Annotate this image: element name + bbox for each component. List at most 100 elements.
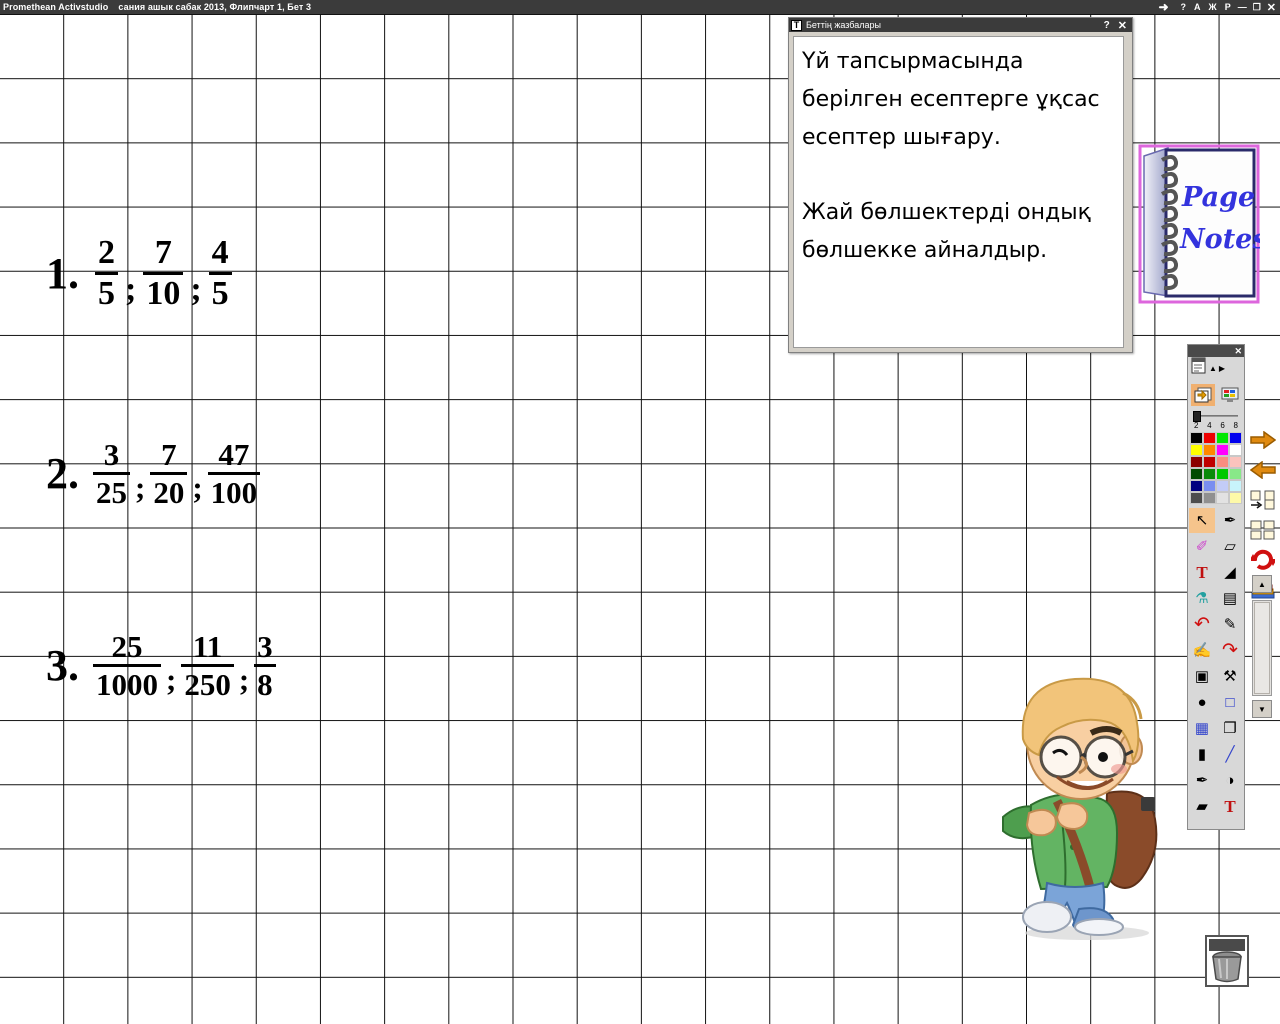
- main-toolbox[interactable]: ✕ ▲ ▶ 2 4 6 8 ↖ ✒ ✐ ▱ T ◢ ⚗ ▤ ↶ ✎ ✍ ↷ ▣ …: [1187, 344, 1245, 830]
- presentation-button[interactable]: Р: [1221, 2, 1235, 12]
- scrollbar-thumb[interactable]: [1254, 602, 1270, 694]
- color-swatch[interactable]: [1216, 468, 1229, 480]
- page-notes-help-button[interactable]: ?: [1099, 20, 1115, 31]
- page-flip-icon[interactable]: [1190, 383, 1215, 406]
- color-swatch[interactable]: [1203, 444, 1216, 456]
- color-swatch[interactable]: [1229, 456, 1242, 468]
- color-swatch[interactable]: [1203, 456, 1216, 468]
- color-swatch[interactable]: [1229, 444, 1242, 456]
- scroll-up-icon[interactable]: ▲: [1209, 364, 1217, 373]
- canvas-scrollbar[interactable]: ▲ ▼: [1252, 575, 1272, 720]
- color-swatch[interactable]: [1190, 468, 1203, 480]
- color-swatch[interactable]: [1190, 444, 1203, 456]
- page-notes-titlebar[interactable]: T Беттің жазбалары ? ✕: [789, 18, 1132, 32]
- pen-width-slider[interactable]: 2 4 6 8: [1188, 409, 1244, 431]
- brush-tool[interactable]: ✒: [1189, 768, 1215, 793]
- color-swatch[interactable]: [1190, 456, 1203, 468]
- minimize-button[interactable]: —: [1235, 2, 1250, 12]
- fraction-numerator: 7: [161, 437, 177, 472]
- fraction-denominator: 250: [184, 667, 231, 702]
- page-notes-window[interactable]: T Беттің жазбалары ? ✕ Үй тапсырмасында …: [788, 17, 1133, 353]
- color-swatch[interactable]: [1216, 492, 1229, 504]
- spotlight-tool[interactable]: ●: [1189, 690, 1215, 715]
- grid-tool[interactable]: ▦: [1189, 716, 1215, 741]
- handwriting-tool[interactable]: ✍: [1189, 638, 1215, 663]
- previous-page-arrow-icon[interactable]: [1248, 455, 1278, 485]
- schoolboy-clipart[interactable]: [995, 665, 1185, 945]
- document-icon[interactable]: [1191, 357, 1207, 380]
- color-swatch[interactable]: [1190, 480, 1203, 492]
- settings-tool[interactable]: ⚒: [1217, 664, 1243, 689]
- next-page-icon[interactable]: ▶: [1219, 364, 1225, 373]
- duplicate-page-icon[interactable]: [1248, 515, 1278, 545]
- scrollbar-track[interactable]: [1252, 600, 1272, 696]
- slider-label: 2: [1194, 421, 1199, 430]
- move-page-icon[interactable]: [1248, 485, 1278, 515]
- undo-tool[interactable]: ↶: [1189, 612, 1215, 637]
- fraction-denominator: 5: [98, 275, 115, 312]
- grid-icon: ▦: [1194, 720, 1210, 737]
- shape-pen-tool[interactable]: ✎: [1217, 612, 1243, 637]
- slider-knob[interactable]: [1193, 411, 1201, 422]
- fraction-numerator: 4: [211, 234, 229, 271]
- maximize-button[interactable]: ❐: [1250, 2, 1264, 13]
- highlighter-tool[interactable]: ✐: [1189, 534, 1215, 559]
- reset-page-icon[interactable]: [1248, 545, 1278, 575]
- color-palette[interactable]: [1188, 431, 1244, 506]
- page-notes-body[interactable]: Үй тапсырмасында берілген есептерге ұқса…: [793, 36, 1124, 348]
- settings-icon: ⚒: [1223, 668, 1237, 685]
- color-swatch[interactable]: [1229, 492, 1242, 504]
- color-swatch[interactable]: [1203, 432, 1216, 444]
- color-swatch[interactable]: [1216, 444, 1229, 456]
- text-tool-icon: T: [791, 19, 802, 31]
- mask-icon: ◑: [1225, 772, 1235, 789]
- annotate-button[interactable]: А: [1190, 2, 1205, 12]
- tool-grid[interactable]: ↖ ✒ ✐ ▱ T ◢ ⚗ ▤ ↶ ✎ ✍ ↷ ▣ ⚒ ● □ ▦ ❐ ▮ ╱ ✒ ◑ ▰ T: [1188, 506, 1244, 821]
- color-swatch[interactable]: [1216, 456, 1229, 468]
- exercise-number: 3.: [46, 640, 79, 690]
- exercise-row[interactable]: 1. 2 5 ; 7 10 ; 4 5: [46, 236, 234, 311]
- scroll-up-button[interactable]: ▲: [1252, 575, 1272, 593]
- pen-tool[interactable]: ✒: [1217, 508, 1243, 533]
- mask-tool[interactable]: ◑: [1217, 768, 1243, 793]
- color-swatch[interactable]: [1229, 432, 1242, 444]
- page-notes-notebook-icon[interactable]: Page Notes: [1138, 144, 1268, 304]
- exercise-row[interactable]: 3. 25 1000 ; 11 250 ; 3 8: [46, 631, 276, 700]
- desktop-icon[interactable]: [1218, 384, 1242, 406]
- color-swatch[interactable]: [1190, 492, 1203, 504]
- convert-text-tool[interactable]: T: [1217, 794, 1243, 819]
- color-swatch[interactable]: [1229, 480, 1242, 492]
- color-swatch[interactable]: [1190, 432, 1203, 444]
- save-tool[interactable]: ▮: [1189, 742, 1215, 767]
- camera-tool[interactable]: ▣: [1189, 664, 1215, 689]
- color-swatch[interactable]: [1216, 432, 1229, 444]
- trash-icon[interactable]: [1205, 935, 1249, 987]
- page-notes-title: Беттің жазбалары: [806, 20, 881, 30]
- copy-tool[interactable]: ❐: [1217, 716, 1243, 741]
- exercise-row[interactable]: 2. 3 25 ; 7 20 ; 47 100: [46, 437, 261, 508]
- color-swatch[interactable]: [1203, 492, 1216, 504]
- eraser-tool[interactable]: ▱: [1217, 534, 1243, 559]
- spray-tool[interactable]: ⚗: [1189, 586, 1215, 611]
- toolbox-close-button[interactable]: ✕: [1234, 346, 1242, 356]
- fill-tool[interactable]: ◢: [1217, 560, 1243, 585]
- rubber-tool[interactable]: ▰: [1189, 794, 1215, 819]
- select-tool[interactable]: ↖: [1189, 508, 1215, 533]
- redo-tool[interactable]: ↷: [1217, 638, 1243, 663]
- forward-arrow-icon[interactable]: ➜: [1154, 1, 1176, 13]
- flipchart-button[interactable]: Ж: [1205, 2, 1221, 12]
- page-notes-close-button[interactable]: ✕: [1115, 19, 1130, 32]
- color-swatch[interactable]: [1229, 468, 1242, 480]
- scroll-down-button[interactable]: ▼: [1252, 700, 1272, 718]
- color-swatch[interactable]: [1216, 480, 1229, 492]
- color-swatch[interactable]: [1203, 480, 1216, 492]
- line-tool[interactable]: ╱: [1217, 742, 1243, 767]
- shape-square-tool[interactable]: □: [1217, 690, 1243, 715]
- next-page-arrow-icon[interactable]: [1248, 425, 1278, 455]
- help-button[interactable]: ?: [1177, 2, 1191, 12]
- text-tool[interactable]: T: [1189, 560, 1215, 585]
- color-swatch[interactable]: [1203, 468, 1216, 480]
- slider-track[interactable]: [1192, 411, 1240, 422]
- close-button[interactable]: ✕: [1264, 1, 1280, 14]
- blind-tool[interactable]: ▤: [1217, 586, 1243, 611]
